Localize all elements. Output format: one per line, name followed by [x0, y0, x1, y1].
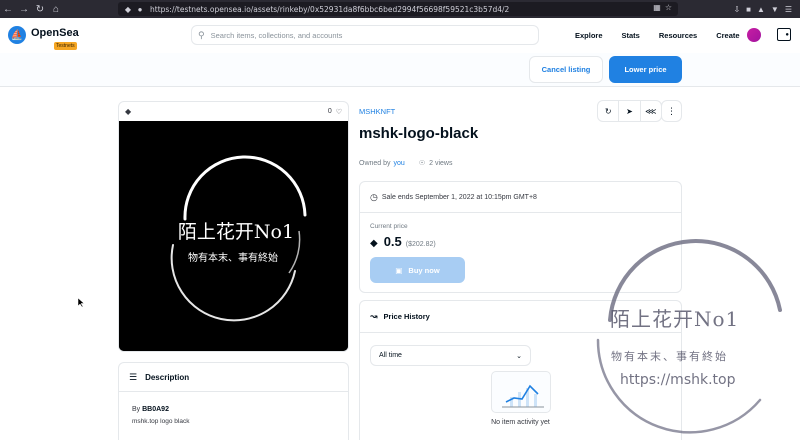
asset-toolbar: ↻ ➤ ⋘ — [597, 100, 662, 122]
send-icon[interactable]: ➤ — [619, 101, 641, 121]
owned-by-label: Owned by — [359, 159, 391, 167]
price-row: ◆ 0.5 ($202.82) — [370, 234, 436, 249]
owner-action-bar: Cancel listing Lower price — [0, 53, 800, 87]
address-bar[interactable]: ◆ ● https://testnets.opensea.io/assets/r… — [118, 2, 678, 16]
avatar[interactable] — [747, 28, 761, 42]
description-header[interactable]: ☰ Description — [119, 363, 348, 392]
image-card-header: ◆ 0 ♡ — [119, 102, 348, 121]
testnets-badge: Testnets — [54, 42, 77, 50]
by-label: By — [132, 406, 141, 413]
lock-icon: ● — [137, 4, 143, 14]
description-panel: ☰ Description By BB0A92 mshk.top logo bl… — [118, 362, 349, 440]
asset-image-card: ◆ 0 ♡ 陌上花开No1 物有本末、事有終始 — [118, 101, 349, 352]
buy-now-button[interactable]: ▣ Buy now — [370, 257, 465, 283]
nft-image[interactable]: 陌上花开No1 物有本末、事有終始 — [119, 121, 348, 351]
views-count: ☉ 2 views — [418, 159, 453, 168]
shield-icon: ◆ — [124, 4, 132, 14]
brand-name[interactable]: OpenSea — [31, 27, 79, 39]
trend-icon: ↝ — [370, 311, 378, 321]
creator-link[interactable]: BB0A92 — [142, 406, 169, 413]
current-price-label: Current price — [370, 223, 408, 230]
nft-image-subtitle: 物有本末、事有終始 — [188, 251, 278, 264]
nav-explore[interactable]: Explore — [575, 31, 603, 40]
views-text: 2 views — [429, 159, 453, 167]
downloads-icon[interactable]: ⇩ — [733, 5, 740, 14]
watermark-url: https://mshk.top — [620, 372, 736, 388]
clock-icon: ◷ — [370, 191, 378, 202]
ethereum-icon: ◆ — [370, 238, 378, 249]
description-heading: Description — [145, 372, 190, 382]
search-placeholder: Search items, collections, and accounts — [210, 30, 343, 40]
ethereum-icon: ◆ — [125, 107, 132, 116]
cancel-listing-button[interactable]: Cancel listing — [529, 56, 603, 83]
favorite-control[interactable]: 0 ♡ — [328, 108, 342, 116]
heart-icon[interactable]: ♡ — [336, 108, 342, 116]
extension-icon[interactable]: ▲ — [757, 5, 765, 14]
collection-link[interactable]: MSHKNFT — [359, 107, 395, 116]
reload-icon[interactable]: ↻ — [32, 0, 48, 18]
browser-toolbar: ← → ↻ ⌂ ◆ ● https://testnets.opensea.io/… — [0, 0, 800, 18]
watermark-subtitle: 物有本末、事有終始 — [611, 350, 728, 363]
share-icon[interactable]: ⋘ — [641, 101, 661, 121]
search-input[interactable]: ⚲ Search items, collections, and account… — [191, 25, 539, 45]
site-header: ⛵ OpenSea Testnets ⚲ Search items, colle… — [0, 18, 800, 53]
nft-image-title: 陌上花开No1 — [178, 221, 294, 243]
back-icon[interactable]: ← — [0, 0, 16, 18]
list-icon: ☰ — [129, 371, 138, 382]
forward-icon[interactable]: → — [16, 0, 32, 18]
main-nav: Explore Stats Resources Create — [575, 31, 759, 40]
buy-now-label: Buy now — [408, 265, 440, 275]
chevron-down-icon: ⌄ — [516, 352, 522, 360]
watermark-title: 陌上花开No1 — [610, 307, 740, 331]
sale-end-row: ◷ Sale ends September 1, 2022 at 10:15pm… — [360, 182, 681, 213]
refresh-icon[interactable]: ↻ — [598, 101, 620, 121]
asset-title: mshk-logo-black — [359, 125, 479, 142]
opensea-logo-icon[interactable]: ⛵ — [8, 26, 26, 44]
lower-price-button[interactable]: Lower price — [609, 56, 682, 83]
owner-link[interactable]: you — [394, 160, 405, 167]
home-icon[interactable]: ⌂ — [48, 0, 64, 18]
mouse-cursor-icon — [78, 298, 84, 307]
price-history-heading: Price History — [383, 312, 430, 321]
wallet-icon: ▣ — [395, 265, 403, 275]
ownership-line: Owned by you ☉ 2 views — [359, 159, 453, 168]
watermark-circle — [596, 239, 782, 434]
empty-chart-illustration — [491, 371, 551, 413]
qr-icon[interactable]: ▦ — [653, 3, 661, 12]
time-range-value: All time — [379, 352, 402, 359]
price-value: 0.5 — [383, 234, 402, 249]
metamask-icon[interactable]: ▼ — [771, 5, 779, 14]
description-text: mshk.top logo black — [132, 418, 190, 425]
favorite-count: 0 — [327, 108, 332, 115]
extension-icon[interactable]: ■ — [746, 5, 751, 14]
price-usd: ($202.82) — [405, 241, 436, 248]
creator-line: By BB0A92 — [132, 406, 169, 413]
url-text: https://testnets.opensea.io/assets/rinke… — [150, 4, 510, 14]
menu-icon[interactable]: ☰ — [785, 5, 792, 14]
more-options-icon[interactable]: ⋮ — [661, 100, 682, 122]
search-icon: ⚲ — [198, 29, 205, 40]
nav-resources[interactable]: Resources — [659, 31, 697, 40]
bookmark-star-icon[interactable]: ☆ — [665, 3, 672, 12]
nav-stats[interactable]: Stats — [622, 31, 640, 40]
time-range-select[interactable]: All time ⌄ — [370, 345, 531, 366]
wallet-icon[interactable]: ● — [777, 28, 791, 41]
sale-end-text: Sale ends September 1, 2022 at 10:15pm G… — [381, 193, 537, 201]
nav-create[interactable]: Create — [716, 31, 739, 40]
eye-icon: ☉ — [418, 160, 426, 167]
